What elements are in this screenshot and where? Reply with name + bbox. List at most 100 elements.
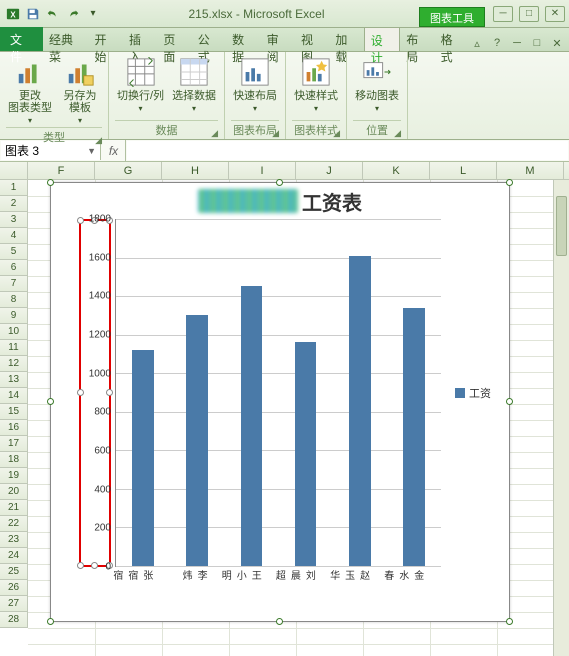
bar[interactable] [186,315,208,566]
scrollbar-thumb[interactable] [556,196,567,256]
tab-经典菜[interactable]: 经典菜 [43,27,89,51]
tab-页面[interactable]: 页面 [157,27,191,51]
row-header[interactable]: 13 [0,372,28,388]
row-header[interactable]: 5 [0,244,28,260]
row-header[interactable]: 22 [0,516,28,532]
column-header[interactable]: G [95,162,162,179]
row-header[interactable]: 14 [0,388,28,404]
row-header[interactable]: 26 [0,580,28,596]
name-box-dropdown-icon[interactable]: ▼ [87,146,96,156]
row-header[interactable]: 10 [0,324,28,340]
row-header[interactable]: 18 [0,452,28,468]
row-header[interactable]: 3 [0,212,28,228]
row-header[interactable]: 17 [0,436,28,452]
row-header[interactable]: 28 [0,612,28,628]
qat-dropdown-icon[interactable]: ▾ [84,5,102,23]
bar[interactable] [241,286,263,566]
redo-icon[interactable] [64,5,82,23]
column-header[interactable]: H [162,162,229,179]
tab-插入[interactable]: 插入 [123,27,157,51]
undo-icon[interactable] [44,5,62,23]
row-header[interactable]: 12 [0,356,28,372]
row-header[interactable]: 15 [0,404,28,420]
column-header[interactable]: I [229,162,296,179]
row-header[interactable]: 16 [0,420,28,436]
vertical-scrollbar[interactable] [553,180,569,656]
move-chart-button[interactable]: 移动图表▾ [353,54,401,115]
mdi-restore-icon[interactable]: □ [529,35,545,51]
bar[interactable] [403,308,425,566]
row-header[interactable]: 11 [0,340,28,356]
resize-handle[interactable] [506,618,513,625]
row-header[interactable]: 25 [0,564,28,580]
tab-视图[interactable]: 视图 [295,27,329,51]
tab-设计[interactable]: 设计 [364,27,400,51]
chart-title[interactable]: 工资表 [302,187,362,216]
row-header[interactable]: 20 [0,484,28,500]
resize-handle[interactable] [506,398,513,405]
tab-数据[interactable]: 数据 [226,27,260,51]
bar[interactable] [295,342,317,566]
dialog-launcher-icon[interactable]: ◢ [333,128,340,139]
save-icon[interactable] [24,5,42,23]
resize-handle[interactable] [47,618,54,625]
maximize-button[interactable]: □ [519,6,539,22]
dialog-launcher-icon[interactable]: ◢ [95,135,102,146]
bar[interactable] [349,256,371,566]
row-header[interactable]: 1 [0,180,28,196]
tab-格式[interactable]: 格式 [435,27,469,51]
bar[interactable] [132,350,154,566]
minimize-button[interactable]: ─ [493,6,513,22]
dialog-launcher-icon[interactable]: ◢ [211,128,218,139]
tab-公式[interactable]: 公式 [192,27,226,51]
switch-rowcol-button[interactable]: 切换行/列▾ [115,54,166,115]
column-header[interactable]: F [28,162,95,179]
row-header[interactable]: 9 [0,308,28,324]
legend[interactable]: 工资 [455,385,491,401]
resize-handle[interactable] [506,179,513,186]
column-header[interactable]: M [497,162,564,179]
row-header[interactable]: 21 [0,500,28,516]
row-header[interactable]: 6 [0,260,28,276]
tab-布局[interactable]: 布局 [400,27,434,51]
save-template-button[interactable]: 另存为 模板▾ [58,54,102,127]
row-header[interactable]: 27 [0,596,28,612]
resize-handle[interactable] [47,179,54,186]
embedded-chart[interactable]: 工资表 020040060080010001200140016001800 工资… [50,182,510,622]
formula-input[interactable] [127,141,568,160]
row-header[interactable]: 19 [0,468,28,484]
row-header[interactable]: 2 [0,196,28,212]
row-header[interactable]: 4 [0,228,28,244]
plot-inner[interactable]: 工资 张宿宿李炜王小明刘晨超赵玉华金水春 [115,219,441,567]
plot-area[interactable]: 020040060080010001200140016001800 工资 张宿宿… [59,219,501,613]
row-header[interactable]: 8 [0,292,28,308]
tab-file[interactable]: 文件 [0,27,43,51]
dialog-launcher-icon[interactable]: ◢ [272,128,279,139]
quick-style-button[interactable]: 快速样式▾ [292,54,340,115]
resize-handle[interactable] [276,179,283,186]
close-button[interactable]: ✕ [545,6,565,22]
resize-handle[interactable] [47,398,54,405]
row-header[interactable]: 7 [0,276,28,292]
column-header[interactable]: L [430,162,497,179]
dialog-launcher-icon[interactable]: ◢ [394,128,401,139]
row-header[interactable]: 24 [0,548,28,564]
select-all-corner[interactable] [0,162,28,179]
ribbon-minimize-icon[interactable]: ▵ [469,35,485,51]
mdi-minimize-icon[interactable]: ─ [509,35,525,51]
tab-加载[interactable]: 加载 [329,27,363,51]
column-header[interactable]: K [363,162,430,179]
quick-layout-button[interactable]: 快速布局▾ [231,54,279,115]
row-header[interactable]: 23 [0,532,28,548]
tab-审阅[interactable]: 审阅 [261,27,295,51]
y-axis[interactable]: 020040060080010001200140016001800 [79,219,115,567]
help-icon[interactable]: ? [489,35,505,51]
select-data-button[interactable]: 选择数据▾ [170,54,218,115]
change-chart-button[interactable]: 更改 图表类型▾ [6,54,54,127]
resize-handle[interactable] [276,618,283,625]
excel-icon[interactable]: X [4,5,22,23]
fx-icon[interactable]: fx [102,140,126,161]
mdi-close-icon[interactable]: ✕ [549,35,565,51]
chart-title-area[interactable]: 工资表 [51,183,509,219]
tab-开始[interactable]: 开始 [89,27,123,51]
